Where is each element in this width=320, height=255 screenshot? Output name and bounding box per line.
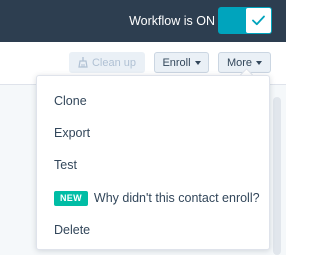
enroll-label: Enroll — [162, 56, 191, 69]
more-dropdown-menu: Clone Export Test NEW Why didn't this co… — [36, 75, 270, 250]
menu-item-label: Clone — [54, 94, 87, 108]
top-bar: Workflow is ON — [0, 0, 286, 42]
menu-item-clone[interactable]: Clone — [37, 89, 269, 113]
caret-down-icon — [194, 60, 201, 65]
menu-item-label: Test — [54, 158, 77, 172]
menu-item-label: Export — [54, 126, 91, 140]
more-label: More — [226, 56, 253, 69]
workflow-status-label: Workflow is ON — [129, 14, 215, 28]
menu-item-test[interactable]: Test — [37, 153, 269, 177]
menu-item-label: Delete — [54, 223, 91, 237]
workflow-toggle[interactable] — [218, 7, 272, 34]
clean-up-label: Clean up — [91, 56, 137, 69]
clean-up-button[interactable]: Clean up — [69, 52, 145, 73]
check-icon — [252, 15, 265, 26]
caret-down-icon — [256, 60, 263, 65]
toggle-knob — [246, 8, 271, 33]
menu-item-why-not-enrolled[interactable]: NEW Why didn't this contact enroll? — [37, 186, 269, 210]
menu-item-delete[interactable]: Delete — [37, 218, 269, 242]
vertical-scrollbar[interactable] — [273, 97, 281, 255]
menu-item-export[interactable]: Export — [37, 121, 269, 145]
menu-item-label: Why didn't this contact enroll? — [93, 191, 260, 205]
broom-icon — [78, 57, 88, 68]
new-badge: NEW — [54, 190, 88, 206]
enroll-button[interactable]: Enroll — [154, 52, 209, 73]
